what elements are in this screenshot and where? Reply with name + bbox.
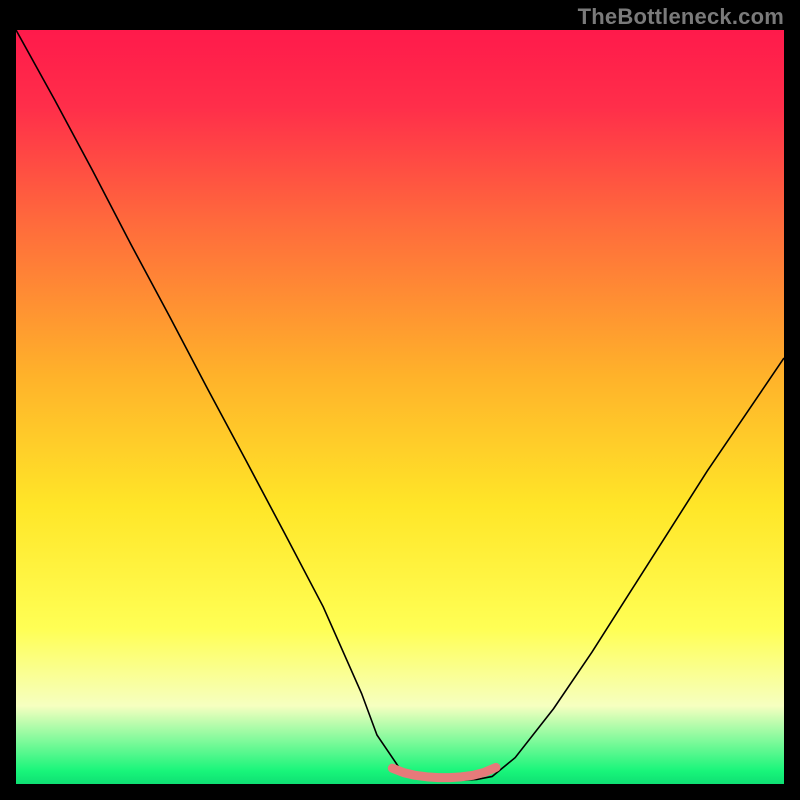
plot-area [16, 30, 784, 784]
chart-stage: TheBottleneck.com [0, 0, 800, 800]
watermark-text: TheBottleneck.com [578, 4, 784, 30]
curve-black [16, 30, 784, 780]
well-marker [392, 767, 496, 777]
curve-layer [16, 30, 784, 784]
